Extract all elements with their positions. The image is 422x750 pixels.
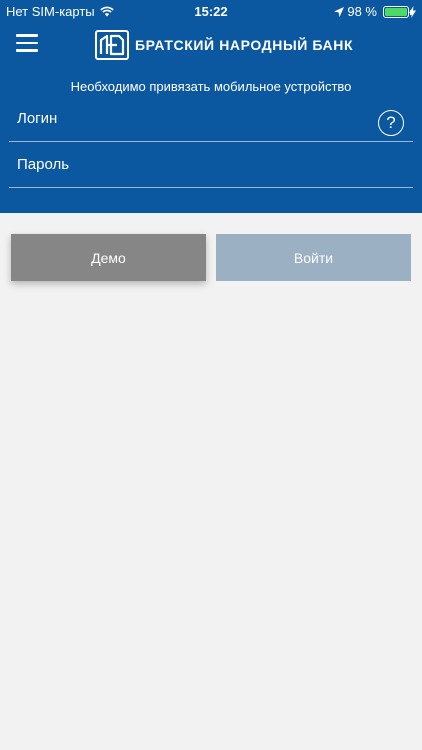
battery-icon — [383, 5, 412, 18]
bank-logo-emblem — [95, 30, 129, 60]
login-input[interactable] — [17, 110, 357, 127]
battery-fill — [385, 7, 407, 16]
status-bar: Нет SIM-карты 15:22 98 % — [0, 0, 422, 22]
help-icon[interactable]: ? — [378, 110, 404, 136]
login-field: ? — [9, 104, 413, 142]
app-header: Нет SIM-карты 15:22 98 % БРАТСКИЙ НАРОДН… — [0, 0, 422, 213]
location-arrow-icon — [334, 6, 345, 17]
login-button[interactable]: Войти — [216, 234, 411, 281]
bank-logo: БРАТСКИЙ НАРОДНЫЙ БАНК — [95, 30, 353, 60]
bind-device-notice: Необходимо привязать мобильное устройств… — [70, 79, 352, 94]
bank-name: БРАТСКИЙ НАРОДНЫЙ БАНК — [135, 37, 354, 53]
demo-button[interactable]: Демо — [11, 234, 206, 281]
battery-percent: 98 % — [347, 4, 377, 19]
password-input[interactable] — [17, 156, 357, 173]
hamburger-menu-icon[interactable] — [16, 34, 38, 52]
password-field — [9, 150, 413, 188]
status-right: 98 % — [334, 4, 416, 19]
